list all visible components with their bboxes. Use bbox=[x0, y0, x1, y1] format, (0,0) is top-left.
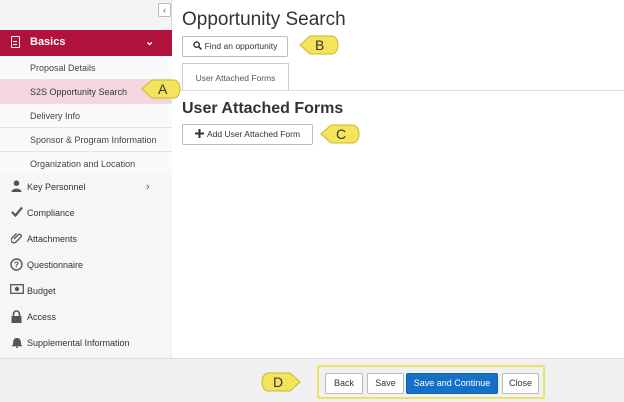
sidebar-item-questionnaire[interactable]: ? Questionnaire bbox=[0, 252, 172, 278]
paperclip-icon bbox=[10, 232, 23, 245]
bell-icon bbox=[10, 336, 23, 349]
tab-divider bbox=[172, 90, 624, 91]
sidebar-item-label: Access bbox=[27, 312, 57, 322]
person-icon bbox=[10, 180, 23, 193]
sidebar-subitem-proposal-details[interactable]: Proposal Details bbox=[0, 56, 172, 80]
sidebar-item-label: Questionnaire bbox=[27, 260, 84, 270]
chevron-down-icon: ⌄ bbox=[145, 36, 155, 48]
close-button[interactable]: Close bbox=[502, 373, 539, 394]
chevron-left-icon: ‹ bbox=[163, 5, 166, 15]
add-form-label: Add User Attached Form bbox=[206, 129, 301, 139]
sidebar-item-supplemental-information[interactable]: Supplemental Information bbox=[0, 330, 172, 356]
document-icon bbox=[11, 36, 20, 48]
sidebar-item-label: Supplemental Information bbox=[27, 338, 130, 348]
callout-d: D bbox=[261, 371, 301, 393]
sidebar-item-budget[interactable]: Budget bbox=[0, 278, 172, 304]
find-opportunity-button[interactable]: Find an opportunity bbox=[182, 36, 288, 57]
lock-icon bbox=[10, 310, 23, 323]
question-circle-icon: ? bbox=[10, 258, 23, 271]
save-and-continue-button[interactable]: Save and Continue bbox=[406, 373, 498, 394]
checkmark-icon bbox=[10, 206, 23, 219]
sidebar-item-label: Budget bbox=[27, 286, 56, 296]
sidebar-item-compliance[interactable]: Compliance bbox=[0, 200, 172, 226]
plus-icon bbox=[194, 126, 204, 145]
page-title: Opportunity Search bbox=[182, 9, 346, 30]
callout-c: C bbox=[320, 123, 360, 145]
callout-b: B bbox=[299, 34, 339, 56]
sidebar-subitem-organization-location[interactable]: Organization and Location bbox=[0, 152, 172, 176]
svg-text:?: ? bbox=[14, 260, 19, 270]
search-icon bbox=[192, 38, 202, 57]
callout-a: A bbox=[141, 78, 181, 100]
sidebar-item-access[interactable]: Access bbox=[0, 304, 172, 330]
sidebar-section-basics[interactable]: Basics ⌄ bbox=[0, 30, 172, 56]
sidebar-subitem-delivery-info[interactable]: Delivery Info bbox=[0, 104, 172, 128]
sidebar-item-key-personnel[interactable]: Key Personnel › bbox=[0, 174, 172, 200]
sidebar-item-label: Attachments bbox=[27, 234, 78, 244]
sidebar-item-label: Key Personnel bbox=[27, 182, 86, 192]
tab-user-attached-forms[interactable]: User Attached Forms bbox=[182, 63, 289, 91]
back-button[interactable]: Back bbox=[325, 373, 363, 394]
sidebar: ‹ Basics ⌄ Proposal Details S2S Opportun… bbox=[0, 0, 172, 358]
save-button[interactable]: Save bbox=[367, 373, 404, 394]
section-title: User Attached Forms bbox=[182, 100, 344, 117]
sidebar-item-label: Compliance bbox=[27, 208, 75, 218]
add-user-attached-form-button[interactable]: Add User Attached Form bbox=[182, 124, 313, 145]
money-icon bbox=[10, 284, 24, 297]
sidebar-item-attachments[interactable]: Attachments bbox=[0, 226, 172, 252]
find-opportunity-label: Find an opportunity bbox=[204, 41, 278, 51]
sidebar-section-label: Basics bbox=[30, 36, 66, 48]
chevron-right-icon: › bbox=[146, 181, 150, 193]
collapse-sidebar-button[interactable]: ‹ bbox=[158, 3, 171, 17]
sidebar-subitem-sponsor-program[interactable]: Sponsor & Program Information bbox=[0, 128, 172, 152]
